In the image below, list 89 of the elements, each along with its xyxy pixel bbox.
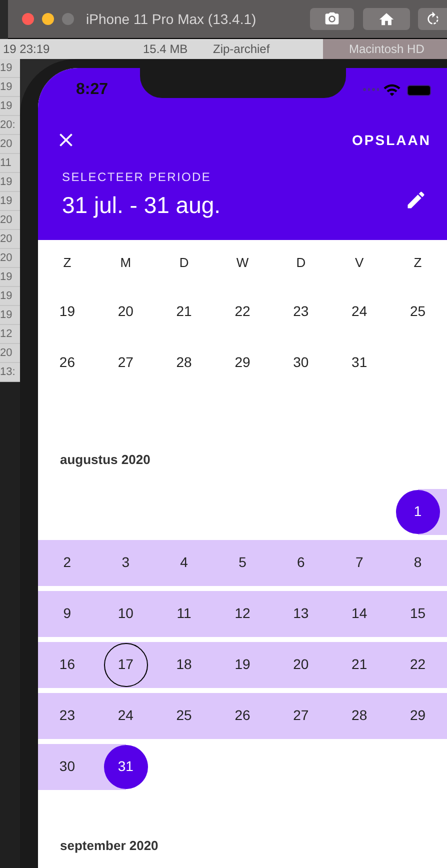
file-date: 19 — [0, 192, 20, 211]
day-button[interactable]: 28 — [337, 694, 382, 738]
day-button[interactable]: 21 — [162, 290, 206, 334]
day-button[interactable]: 15 — [396, 592, 440, 636]
day-button[interactable]: 1 — [396, 490, 440, 534]
day-button[interactable]: 14 — [337, 592, 382, 636]
day-button[interactable]: 28 — [162, 340, 206, 384]
period-label: SELECTEER PERIODE — [62, 169, 212, 186]
file-size: 15.4 MB — [143, 41, 189, 58]
day-button[interactable]: 2 — [45, 540, 90, 584]
file-date: 19 — [0, 268, 20, 287]
file-date: 13: — [0, 363, 20, 382]
status-time: 8:27 — [76, 80, 108, 100]
file-date: 20 — [0, 211, 20, 230]
day-button[interactable]: 13 — [278, 592, 323, 636]
file-date: 19 — [0, 306, 20, 325]
file-date: 20 — [0, 344, 20, 363]
day-button[interactable]: 3 — [104, 540, 148, 584]
day-button[interactable]: 16 — [45, 642, 90, 686]
day-button[interactable]: 30 — [45, 744, 90, 788]
minimize-window-icon[interactable] — [42, 13, 54, 25]
day-button[interactable]: 26 — [220, 694, 264, 738]
day-button[interactable]: 19 — [220, 642, 264, 686]
day-button[interactable]: 30 — [278, 340, 323, 384]
file-date: 11 — [0, 154, 20, 173]
drive-label: Macintosh HD — [323, 39, 447, 59]
day-button[interactable]: 24 — [337, 290, 382, 334]
day-button[interactable]: 11 — [162, 592, 206, 636]
file-date: 19 — [0, 59, 20, 78]
screenshot-button[interactable] — [310, 8, 354, 30]
file-date: 20 — [0, 135, 20, 154]
day-button[interactable]: 27 — [278, 694, 323, 738]
month-title: september 2020 — [59, 837, 160, 855]
weekday-label: W — [235, 254, 250, 272]
pencil-icon — [405, 188, 427, 210]
home-icon — [378, 10, 395, 28]
camera-icon — [324, 11, 340, 27]
period-range: 31 jul. - 31 aug. — [62, 191, 222, 220]
day-button[interactable]: 26 — [45, 340, 90, 384]
day-button[interactable]: 7 — [337, 540, 382, 584]
day-button[interactable]: 20 — [278, 642, 323, 686]
day-button[interactable]: 23 — [278, 290, 323, 334]
file-date: 19 — [0, 287, 20, 306]
file-date: 19 — [0, 78, 20, 97]
day-button[interactable]: 22 — [220, 290, 264, 334]
day-button[interactable]: 10 — [104, 592, 148, 636]
day-button[interactable]: 8 — [396, 540, 440, 584]
day-button[interactable]: 24 — [104, 694, 148, 738]
day-button[interactable]: 25 — [396, 290, 440, 334]
day-button[interactable]: 22 — [396, 642, 440, 686]
weekday-label: Z — [412, 254, 423, 272]
weekday-label: D — [295, 254, 307, 272]
weekday-label: D — [178, 254, 190, 272]
rotate-button[interactable] — [418, 8, 447, 30]
signal-icon — [363, 88, 379, 92]
day-button[interactable]: 5 — [220, 540, 264, 584]
weekday-label: M — [119, 254, 132, 272]
day-button[interactable]: 4 — [162, 540, 206, 584]
day-button[interactable]: 21 — [337, 642, 382, 686]
day-button[interactable]: 27 — [104, 340, 148, 384]
weekday-label: Z — [62, 254, 72, 272]
day-button[interactable]: 19 — [45, 290, 90, 334]
file-date: 20: — [0, 116, 20, 135]
day-button[interactable]: 25 — [162, 694, 206, 738]
day-button[interactable]: 29 — [396, 694, 440, 738]
day-button[interactable]: 18 — [162, 642, 206, 686]
day-button[interactable]: 17 — [104, 642, 148, 686]
file-kind: Zip-archief — [213, 41, 271, 58]
home-button[interactable] — [363, 8, 410, 30]
day-button[interactable]: 23 — [45, 694, 90, 738]
rotate-icon — [424, 11, 440, 27]
file-date: 19 — [0, 97, 20, 116]
file-date: 20 — [0, 249, 20, 268]
day-button[interactable]: 12 — [220, 592, 264, 636]
day-button[interactable]: 6 — [278, 540, 323, 584]
edit-button[interactable] — [405, 188, 427, 210]
save-button[interactable]: OPSLAAN — [352, 130, 431, 150]
day-button[interactable]: 31 — [337, 340, 382, 384]
day-button[interactable]: 9 — [45, 592, 90, 636]
day-button[interactable]: 29 — [220, 340, 264, 384]
file-date: 12 — [0, 325, 20, 344]
battery-icon — [407, 84, 431, 96]
file-date: 20 — [0, 230, 20, 249]
day-button[interactable]: 20 — [104, 290, 148, 334]
file-date: 19 23:19 — [3, 41, 51, 58]
file-date: 19 — [0, 173, 20, 192]
window-title: iPhone 11 Pro Max (13.4.1) — [86, 10, 256, 29]
month-title: augustus 2020 — [59, 451, 152, 469]
weekday-label: V — [354, 254, 365, 272]
